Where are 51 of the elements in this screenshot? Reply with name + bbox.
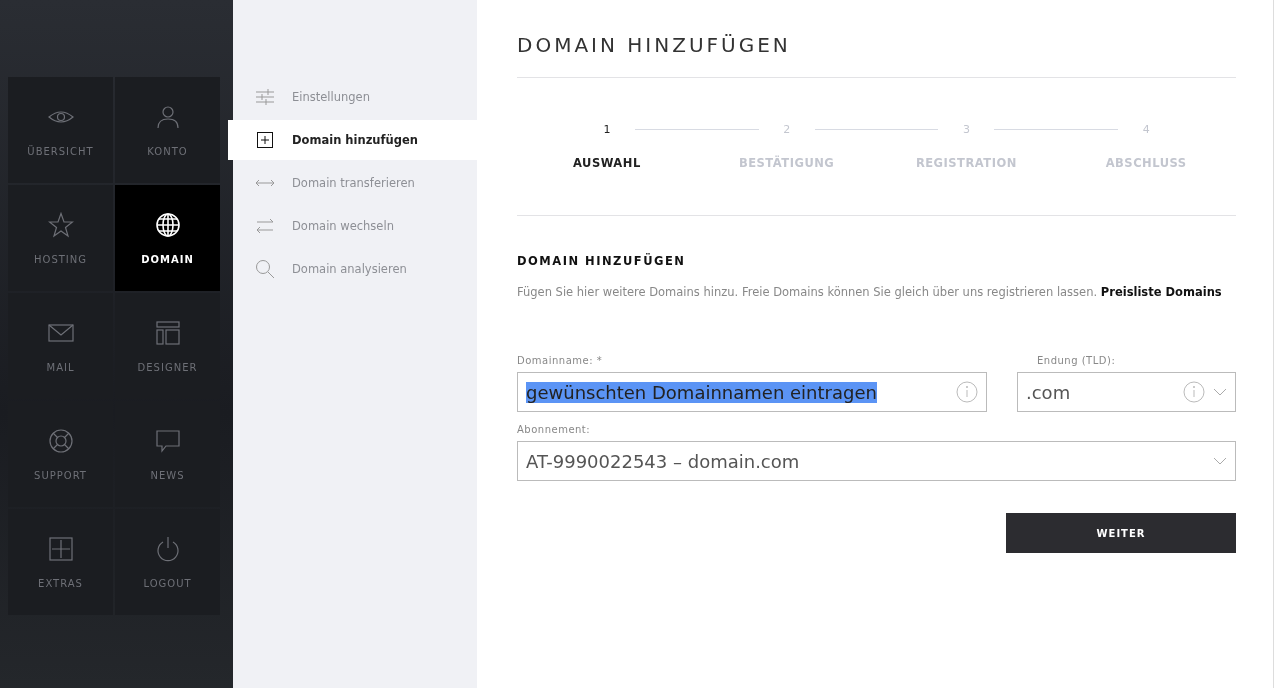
submenu-item[interactable]: Domain transferieren (228, 163, 477, 203)
nav-tile[interactable]: ÜBERSICHT (8, 77, 113, 183)
person-icon (154, 103, 181, 130)
submenu-item[interactable]: Einstellungen (228, 77, 477, 117)
nav-tile[interactable]: LOGOUT (115, 509, 220, 615)
step-label: REGISTRATION (915, 156, 1017, 170)
nav-tile[interactable]: HOSTING (8, 185, 113, 291)
tld-dropdown[interactable]: .com (1017, 372, 1236, 412)
plus-square-icon (47, 535, 74, 562)
field-label: Abonnement: (517, 424, 592, 435)
step-number: 4 (1140, 123, 1152, 136)
price-list-link[interactable]: Preisliste Domains (1100, 285, 1222, 299)
submenu-label: Einstellungen (292, 90, 370, 104)
step-label: ABSCHLUSS (1105, 156, 1187, 170)
section-title: DOMAIN HINZUFÜGEN (517, 254, 687, 268)
submenu-item[interactable]: Domain analysieren (228, 249, 477, 289)
power-icon (154, 535, 181, 562)
star-icon (47, 211, 74, 238)
plus-square-icon (255, 130, 275, 150)
field-label: Domainname: * (517, 355, 604, 366)
sliders-icon (255, 87, 275, 107)
page-title: DOMAIN HINZUFÜGEN (517, 0, 1236, 78)
speech-bubble-icon (154, 427, 181, 454)
layout-icon (154, 319, 181, 346)
next-button[interactable]: WEITER (1006, 513, 1236, 553)
description-text: Fügen Sie hier weitere Domains hinzu. Freie Domains können Sie gleich über uns registrieren lassen. Preisliste Domains (517, 284, 1223, 301)
submenu-item[interactable]: Domain hinzufügen (228, 120, 477, 160)
step-number: 1 (601, 123, 613, 136)
submenu-label: Domain transferieren (292, 176, 415, 190)
step-label: AUSWAHL (573, 156, 641, 170)
swap-arrows-icon (255, 216, 275, 236)
field-label: Endung (TLD): (1036, 355, 1117, 366)
step-label: BESTÄTIGUNG (738, 156, 835, 170)
domain-name-field[interactable]: gewünschten Domainnamen eintragen (517, 372, 987, 412)
submenu-label: Domain analysieren (292, 262, 407, 276)
step-number: 2 (781, 123, 793, 136)
submenu-label: Domain hinzufügen (292, 133, 418, 147)
info-icon[interactable] (1183, 381, 1205, 403)
nav-tile[interactable]: KONTO (115, 77, 220, 183)
chevron-down-icon[interactable] (1213, 457, 1227, 465)
globe-icon (154, 211, 181, 238)
submenu-label: Domain wechseln (292, 219, 394, 233)
nav-tile[interactable]: EXTRAS (8, 509, 113, 615)
subscription-dropdown[interactable]: AT-9990022543 – domain.com (517, 441, 1236, 481)
step-number: 3 (960, 123, 972, 136)
lifebuoy-icon (47, 427, 74, 454)
info-icon[interactable] (956, 381, 978, 403)
chevron-down-icon[interactable] (1213, 388, 1227, 396)
search-icon (255, 259, 275, 279)
nav-tile[interactable]: DOMAIN (115, 185, 220, 291)
submenu-item[interactable]: Domain wechseln (228, 206, 477, 246)
